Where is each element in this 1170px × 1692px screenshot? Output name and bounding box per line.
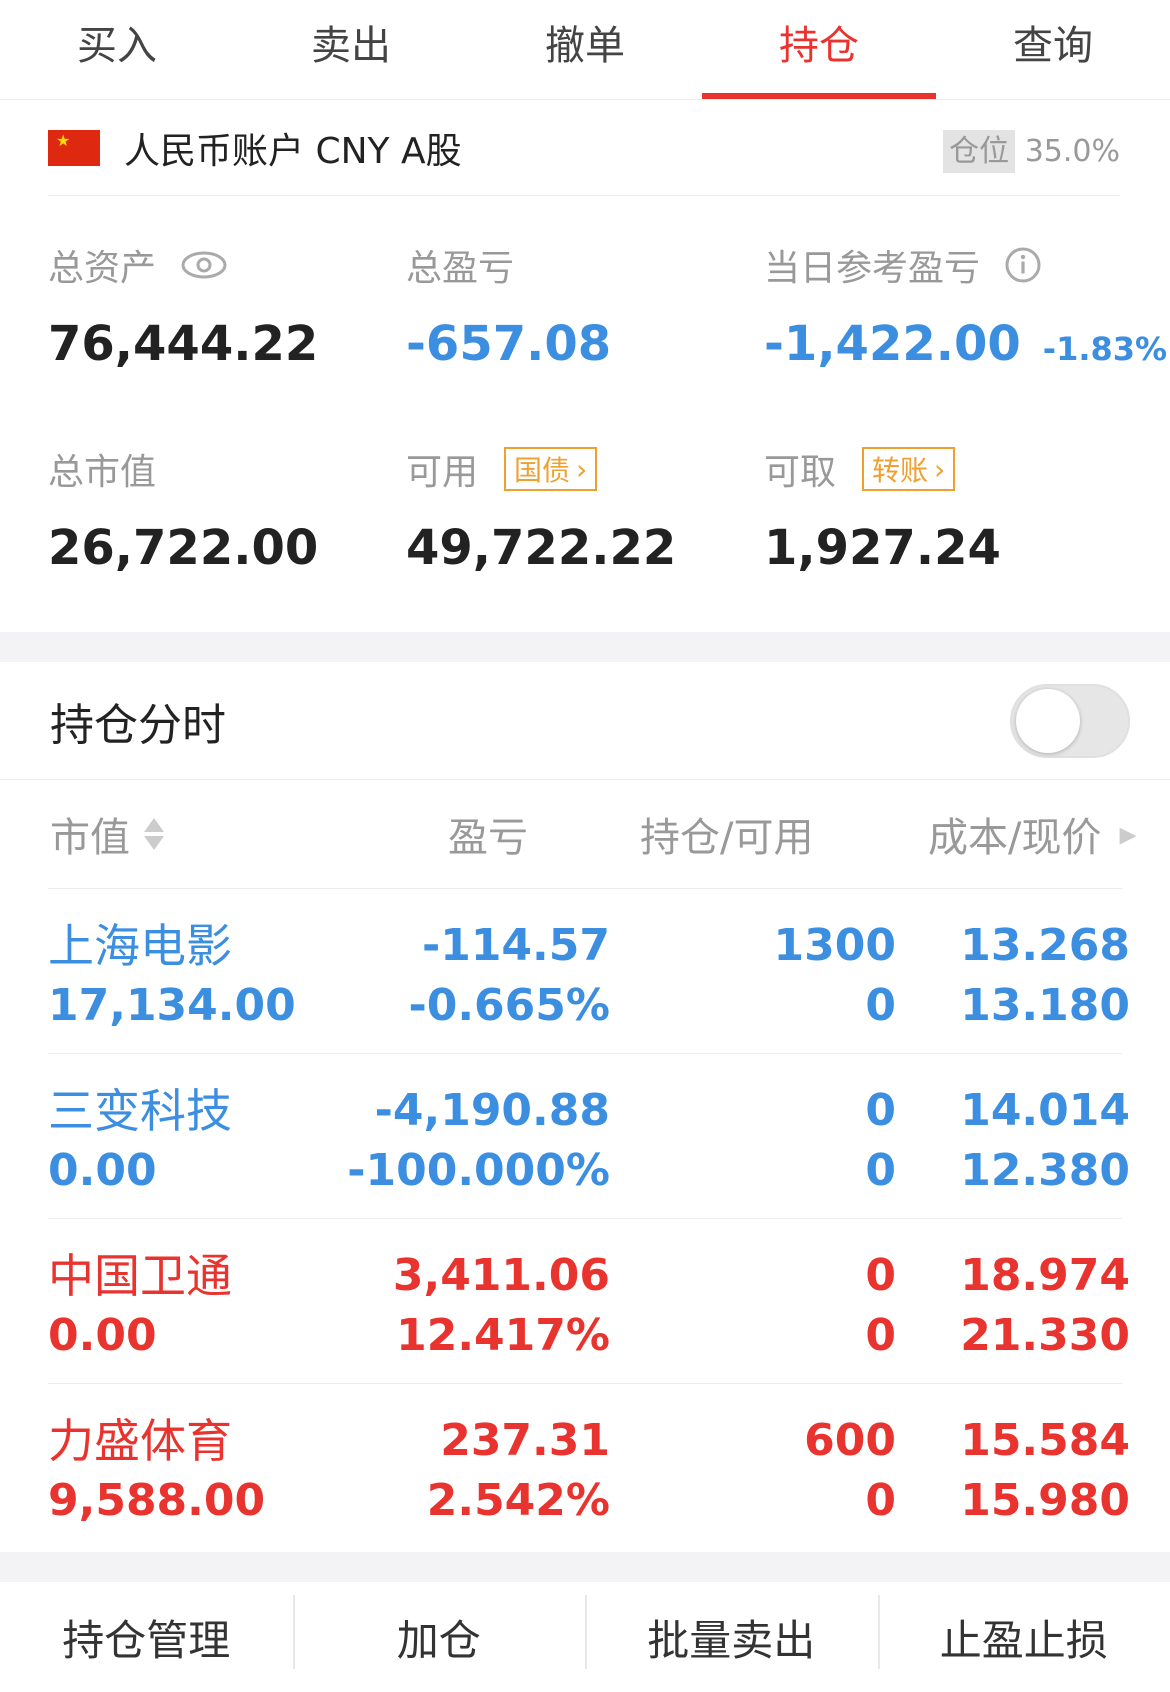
tab-sell[interactable]: 卖出 — [234, 0, 468, 99]
tab-query[interactable]: 查询 — [936, 0, 1170, 99]
stock-cost: 18.974 — [960, 1250, 1130, 1301]
withdrawable-value: 1,927.24 — [764, 520, 1001, 576]
position-ratio: 仓位 35.0% — [943, 126, 1120, 173]
total-assets-value: 76,444.22 — [48, 316, 319, 372]
total-pnl-value: -657.08 — [406, 316, 612, 372]
stock-market-value: 0.00 — [48, 1310, 157, 1361]
transfer-label: 转账 — [872, 454, 929, 487]
stock-price: 12.380 — [960, 1145, 1130, 1196]
stock-pnl-percent: -0.665% — [408, 980, 610, 1031]
position-ratio-value: 35.0% — [1024, 133, 1120, 169]
holdings-intraday-toggle[interactable] — [1010, 683, 1130, 758]
stock-name: 上海电影 — [48, 919, 232, 973]
treasury-bond-button[interactable]: 国债 › — [504, 447, 598, 491]
column-position-label: 持仓/可用 — [640, 815, 814, 861]
column-pnl: 盈亏 — [448, 780, 528, 888]
toggle-knob — [1016, 688, 1080, 753]
market-value: 总市值 26,722.00 — [48, 444, 318, 576]
table-row[interactable]: 中国卫通 0.00 3,411.06 12.417% 0 0 18.974 21… — [48, 1220, 1130, 1384]
daily-pnl-label: 当日参考盈亏 — [764, 248, 981, 289]
stock-pnl: -114.57 — [421, 920, 610, 971]
add-position-button[interactable]: 加仓 — [292, 1594, 586, 1669]
daily-pnl: 当日参考盈亏 -1,422.00 -1.83% — [764, 240, 1167, 372]
stock-pnl-percent: 12.417% — [396, 1310, 610, 1361]
trade-tabs: 买入 卖出 撤单 持仓 查询 — [0, 0, 1170, 100]
available-value: 49,722.22 — [406, 520, 677, 576]
treasury-bond-label: 国债 — [514, 454, 571, 487]
holdings-intraday-row: 持仓分时 — [0, 662, 1170, 780]
holdings-intraday-title: 持仓分时 — [50, 699, 226, 751]
stock-price: 21.330 — [960, 1310, 1130, 1361]
stock-cost: 14.014 — [960, 1085, 1130, 1136]
column-cost-price-label: 成本/现价 — [928, 815, 1102, 861]
stock-name: 力盛体育 — [48, 1414, 232, 1468]
column-cost-price[interactable]: 成本/现价 ▸ — [928, 780, 1137, 888]
stock-name: 中国卫通 — [48, 1249, 232, 1303]
stock-name: 三变科技 — [48, 1084, 232, 1138]
stock-available: 0 — [865, 1310, 896, 1361]
market-value-label: 总市值 — [48, 452, 157, 493]
bottom-action-bar: 持仓管理 加仓 批量卖出 止盈止损 — [0, 1582, 1170, 1692]
eye-icon[interactable] — [180, 250, 228, 280]
china-flag-icon: ★ — [48, 129, 100, 166]
stock-pnl: 237.31 — [440, 1415, 610, 1466]
stock-price: 15.980 — [960, 1475, 1130, 1526]
total-assets: 总资产 76,444.22 — [48, 240, 318, 372]
bottom-gap — [0, 1552, 1170, 1582]
total-assets-label: 总资产 — [48, 248, 157, 289]
tab-holdings[interactable]: 持仓 — [702, 0, 936, 99]
stock-position: 0 — [865, 1250, 896, 1301]
info-icon[interactable] — [1004, 246, 1042, 284]
daily-pnl-value: -1,422.00 — [764, 316, 1021, 372]
withdrawable-funds: 可取 转账 › 1,927.24 — [764, 444, 1001, 576]
market-value-value: 26,722.00 — [48, 520, 319, 576]
transfer-button[interactable]: 转账 › — [862, 447, 956, 491]
stock-available: 0 — [865, 1475, 896, 1526]
sort-icon — [144, 818, 164, 850]
chevron-right-icon: ▸ — [1119, 814, 1137, 854]
chevron-right-icon: › — [934, 452, 946, 486]
chevron-right-icon: › — [576, 452, 588, 486]
available-label: 可用 — [406, 452, 479, 493]
total-pnl: 总盈亏 -657.08 — [406, 240, 611, 372]
stock-position: 600 — [804, 1415, 896, 1466]
stock-price: 13.180 — [960, 980, 1130, 1031]
header-divider — [48, 888, 1122, 889]
table-row[interactable]: 上海电影 17,134.00 -114.57 -0.665% 1300 0 13… — [48, 890, 1130, 1054]
column-market-value[interactable]: 市值 — [50, 780, 164, 888]
column-pnl-label: 盈亏 — [448, 815, 528, 861]
account-name: 人民币账户 CNY A股 — [124, 130, 462, 172]
stock-market-value: 17,134.00 — [48, 980, 296, 1031]
stock-position: 1300 — [773, 920, 896, 971]
stock-available: 0 — [865, 980, 896, 1031]
withdrawable-label: 可取 — [764, 452, 837, 493]
stock-market-value: 0.00 — [48, 1145, 157, 1196]
stock-cost: 13.268 — [960, 920, 1130, 971]
stock-pnl: 3,411.06 — [392, 1250, 610, 1301]
take-profit-stop-loss-button[interactable]: 止盈止损 — [877, 1594, 1170, 1669]
table-row[interactable]: 三变科技 0.00 -4,190.88 -100.000% 0 0 14.014… — [48, 1055, 1130, 1219]
available-funds: 可用 国债 › 49,722.22 — [406, 444, 676, 576]
position-ratio-label: 仓位 — [943, 129, 1016, 173]
daily-pnl-percent: -1.83% — [1042, 330, 1168, 368]
batch-sell-button[interactable]: 批量卖出 — [585, 1594, 878, 1669]
stock-position: 0 — [865, 1085, 896, 1136]
stock-pnl-percent: -100.000% — [347, 1145, 610, 1196]
total-pnl-label: 总盈亏 — [406, 248, 515, 289]
section-gap — [0, 632, 1170, 662]
column-market-value-label: 市值 — [50, 815, 130, 861]
stock-pnl: -4,190.88 — [374, 1085, 610, 1136]
stock-market-value: 9,588.00 — [48, 1475, 266, 1526]
stock-cost: 15.584 — [960, 1415, 1130, 1466]
stock-available: 0 — [865, 1145, 896, 1196]
stock-pnl-percent: 2.542% — [426, 1475, 610, 1526]
account-row[interactable]: ★ 人民币账户 CNY A股 仓位 35.0% — [48, 100, 1120, 196]
table-row[interactable]: 力盛体育 9,588.00 237.31 2.542% 600 0 15.584… — [48, 1385, 1130, 1549]
tab-cancel-order[interactable]: 撤单 — [468, 0, 702, 99]
column-position-available: 持仓/可用 — [640, 780, 813, 888]
holdings-management-button[interactable]: 持仓管理 — [0, 1607, 293, 1668]
tab-buy[interactable]: 买入 — [0, 0, 234, 99]
